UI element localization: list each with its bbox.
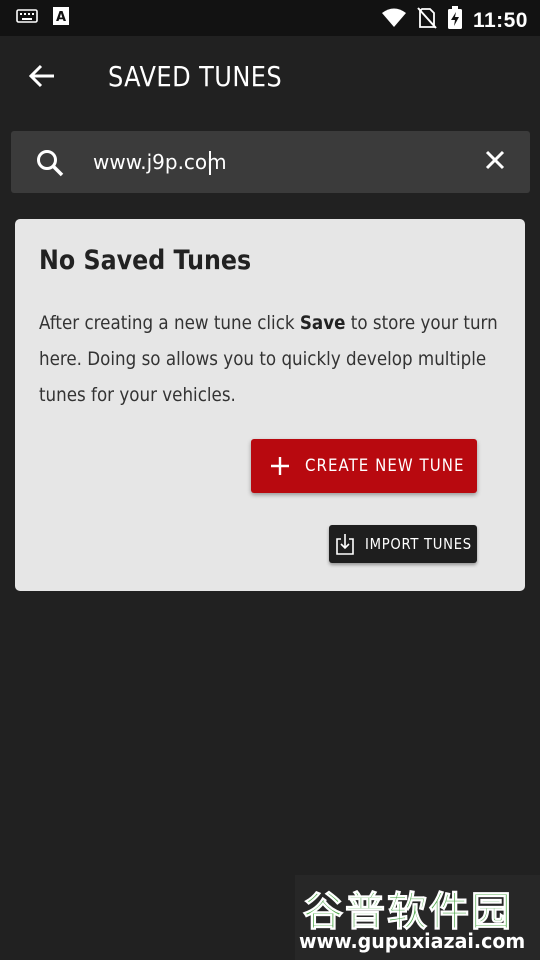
no-sim-icon xyxy=(417,7,437,34)
svg-text:A: A xyxy=(56,10,66,25)
wifi-icon xyxy=(381,7,407,34)
status-left: A xyxy=(16,6,70,31)
close-icon xyxy=(484,149,506,176)
status-bar: A 11:50 xyxy=(0,0,540,36)
watermark: 谷普软件园 www.gupuxiazai.com xyxy=(295,875,540,960)
page-title: SAVED TUNES xyxy=(108,60,283,93)
status-right: 11:50 xyxy=(381,6,528,35)
save-keyword: Save xyxy=(299,312,346,334)
watermark-url: www.gupuxiazai.com xyxy=(299,929,526,953)
search-icon[interactable] xyxy=(35,148,65,178)
search-input[interactable] xyxy=(93,143,453,181)
card-title: No Saved Tunes xyxy=(39,245,252,276)
empty-state-card: No Saved Tunes After creating a new tune… xyxy=(15,219,525,591)
a-badge-icon: A xyxy=(52,6,70,31)
card-description-part1: After creating a new tune click xyxy=(39,312,300,334)
import-tunes-label: IMPORT TUNES xyxy=(365,535,472,553)
arrow-left-icon xyxy=(28,62,56,95)
text-caret xyxy=(209,151,211,175)
create-new-tune-label: CREATE NEW TUNE xyxy=(305,456,465,476)
status-time: 11:50 xyxy=(472,8,528,32)
clear-search-button[interactable] xyxy=(480,147,510,177)
card-description: After creating a new tune click Save to … xyxy=(39,305,514,413)
create-new-tune-button[interactable]: CREATE NEW TUNE xyxy=(251,439,477,493)
battery-charging-icon xyxy=(447,6,463,35)
plus-icon xyxy=(269,455,291,477)
app-bar: SAVED TUNES xyxy=(0,36,540,120)
search-bar xyxy=(11,131,530,193)
keyboard-icon xyxy=(16,8,38,29)
back-button[interactable] xyxy=(20,56,64,100)
import-tunes-button[interactable]: IMPORT TUNES xyxy=(329,525,477,563)
import-icon xyxy=(335,533,355,555)
